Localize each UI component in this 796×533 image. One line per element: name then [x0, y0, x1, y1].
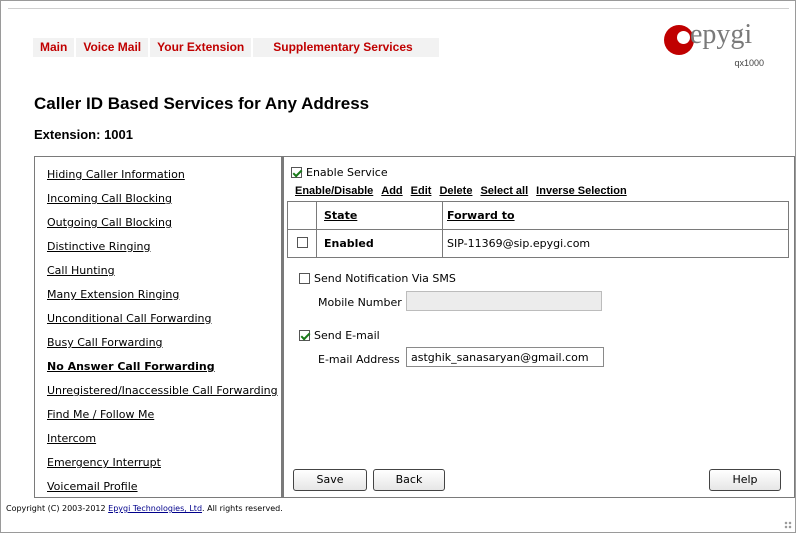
page-title: Caller ID Based Services for Any Address [34, 94, 370, 113]
epygi-logo: epygi qx1000 [664, 19, 774, 73]
extension-label: Extension: 1001 [34, 127, 133, 142]
help-button[interactable]: Help [709, 469, 781, 491]
sidebar-item-unregistered-call-forwarding[interactable]: Unregistered/Inaccessible Call Forwardin… [47, 384, 278, 397]
row-forward-to: SIP-11369@sip.epygi.com [447, 237, 591, 250]
mobile-number-input[interactable] [406, 291, 602, 311]
sidebar: Hiding Caller Information Incoming Call … [34, 156, 282, 498]
sms-notification-label: Send Notification Via SMS [314, 272, 456, 285]
action-bar: Enable/Disable Add Edit Delete Select al… [295, 185, 635, 197]
enable-service-checkbox[interactable] [291, 167, 302, 178]
table-divider [288, 229, 788, 230]
sidebar-item-no-answer-call-forwarding[interactable]: No Answer Call Forwarding [47, 360, 215, 373]
nav-your-extension[interactable]: Your Extension [150, 38, 252, 57]
copyright-suffix: . All rights reserved. [202, 504, 283, 513]
logo-model: qx1000 [734, 58, 764, 68]
sidebar-item-intercom[interactable]: Intercom [47, 432, 96, 445]
row-select-checkbox[interactable] [297, 237, 308, 248]
table-header-forward-to[interactable]: Forward to [447, 209, 515, 222]
sidebar-item-voicemail-profile[interactable]: Voicemail Profile [47, 480, 138, 493]
select-all-link[interactable]: Select all [480, 185, 528, 197]
edit-link[interactable]: Edit [411, 185, 432, 197]
sms-notification-checkbox[interactable] [299, 273, 310, 284]
email-address-input[interactable] [406, 347, 604, 367]
back-button[interactable]: Back [373, 469, 445, 491]
sidebar-item-emergency-interrupt[interactable]: Emergency Interrupt [47, 456, 161, 469]
send-email-checkbox[interactable] [299, 330, 310, 341]
send-email-label: Send E-mail [314, 329, 380, 342]
sidebar-item-incoming-call-blocking[interactable]: Incoming Call Blocking [47, 192, 172, 205]
sidebar-item-many-extension-ringing[interactable]: Many Extension Ringing [47, 288, 179, 301]
forwarding-table: State Forward to Enabled SIP-11369@sip.e… [287, 201, 789, 258]
service-panel: Enable Service Enable/Disable Add Edit D… [283, 156, 795, 498]
copyright-prefix: Copyright (C) 2003-2012 [6, 504, 109, 513]
resize-grip-icon[interactable] [784, 521, 792, 529]
save-button[interactable]: Save [293, 469, 367, 491]
inverse-selection-link[interactable]: Inverse Selection [536, 185, 627, 197]
email-address-label: E-mail Address [318, 353, 400, 366]
mobile-number-label: Mobile Number [318, 296, 402, 309]
delete-link[interactable]: Delete [439, 185, 472, 197]
row-state: Enabled [324, 237, 374, 250]
sidebar-item-unconditional-call-forwarding[interactable]: Unconditional Call Forwarding [47, 312, 211, 325]
nav-supplementary-services[interactable]: Supplementary Services [253, 38, 439, 57]
nav-voice-mail[interactable]: Voice Mail [76, 38, 149, 57]
sidebar-item-outgoing-call-blocking[interactable]: Outgoing Call Blocking [47, 216, 172, 229]
top-divider [8, 8, 789, 19]
company-link[interactable]: Epygi Technologies, Ltd [108, 504, 202, 513]
sidebar-item-call-hunting[interactable]: Call Hunting [47, 264, 115, 277]
sidebar-item-hiding-caller-information[interactable]: Hiding Caller Information [47, 168, 185, 181]
sidebar-item-find-me-follow-me[interactable]: Find Me / Follow Me [47, 408, 154, 421]
sidebar-item-distinctive-ringing[interactable]: Distinctive Ringing [47, 240, 150, 253]
logo-wordmark: epygi [690, 19, 753, 50]
copyright-footer: Copyright (C) 2003-2012 Epygi Technologi… [6, 504, 283, 513]
table-header-state[interactable]: State [324, 209, 357, 222]
top-nav: Main Voice Mail Your Extension Supplemen… [33, 38, 441, 57]
nav-main[interactable]: Main [33, 38, 75, 57]
sidebar-item-busy-call-forwarding[interactable]: Busy Call Forwarding [47, 336, 163, 349]
enable-disable-link[interactable]: Enable/Disable [295, 185, 373, 197]
enable-service-label: Enable Service [306, 166, 388, 179]
add-link[interactable]: Add [381, 185, 402, 197]
